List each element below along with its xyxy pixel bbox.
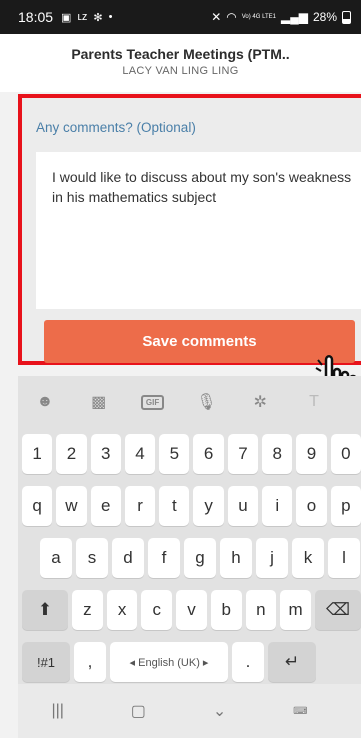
- settings-icon[interactable]: ✲: [246, 390, 274, 414]
- key[interactable]: v: [176, 590, 207, 630]
- key[interactable]: 8: [262, 434, 293, 474]
- back-icon[interactable]: ⌄: [213, 701, 226, 721]
- letter-row-1: q w e r t y u i o p: [18, 480, 361, 532]
- text-icon[interactable]: T: [300, 390, 328, 414]
- shift-key[interactable]: ⬆: [22, 590, 69, 630]
- sticker-icon[interactable]: ▩: [85, 390, 113, 414]
- letter-row-3: ⬆ z x c v b n m ⌫: [18, 584, 361, 636]
- key[interactable]: b: [210, 590, 242, 630]
- bluetooth-icon: ✻: [93, 11, 103, 24]
- page-header: Parents Teacher Meetings (PTM.. LACY VAN…: [0, 34, 361, 92]
- comments-textarea[interactable]: I would like to discuss about my son's w…: [36, 152, 361, 309]
- key[interactable]: 6: [193, 434, 224, 474]
- emoji-icon[interactable]: ☻: [31, 390, 59, 414]
- wifi-icon: ◠: [226, 10, 237, 24]
- key[interactable]: x: [106, 590, 138, 630]
- comma-key[interactable]: ,: [74, 642, 106, 682]
- battery-text: 28%: [312, 10, 337, 24]
- key[interactable]: 0: [330, 434, 361, 474]
- key[interactable]: l: [328, 538, 360, 578]
- key[interactable]: t: [159, 486, 190, 526]
- gif-icon[interactable]: GIF: [139, 390, 167, 414]
- key[interactable]: r: [124, 486, 156, 526]
- key[interactable]: p: [330, 486, 361, 526]
- key[interactable]: 9: [296, 434, 327, 474]
- key[interactable]: k: [292, 538, 324, 578]
- key[interactable]: j: [256, 538, 288, 578]
- lazada-icon: ʟz: [77, 11, 88, 23]
- key[interactable]: o: [296, 486, 327, 526]
- recent-apps-icon[interactable]: |||: [51, 702, 63, 720]
- status-right: ✕ ◠ Vo) 4G LTE1 ▂▄▆ 28%: [211, 10, 351, 24]
- symbols-key[interactable]: !#1: [22, 642, 70, 682]
- key[interactable]: q: [22, 486, 53, 526]
- period-key[interactable]: .: [232, 642, 264, 682]
- page-title: Parents Teacher Meetings (PTM..: [71, 46, 290, 62]
- key[interactable]: 2: [56, 434, 87, 474]
- page-subtitle: LACY VAN LING LING: [122, 65, 239, 77]
- keyboard-switch-icon[interactable]: ⌨: [293, 706, 307, 717]
- key[interactable]: w: [56, 486, 87, 526]
- key[interactable]: g: [184, 538, 216, 578]
- key[interactable]: 1: [22, 434, 53, 474]
- signal-icon: ▂▄▆: [281, 10, 308, 24]
- enter-key[interactable]: ↵: [268, 642, 316, 682]
- letter-row-2: a s d f g h j k l: [18, 532, 361, 584]
- home-icon[interactable]: ▢: [131, 701, 146, 721]
- navigation-bar: ||| ▢ ⌄ ⌨: [18, 684, 361, 738]
- key[interactable]: e: [90, 486, 121, 526]
- comments-panel: Any comments? (Optional) I would like to…: [18, 94, 361, 365]
- key[interactable]: i: [262, 486, 293, 526]
- status-bar: 18:05 ▣ ʟz ✻ • ✕ ◠ Vo) 4G LTE1 ▂▄▆ 28%: [0, 0, 361, 34]
- battery-icon: [342, 10, 351, 24]
- key[interactable]: c: [141, 590, 173, 630]
- comments-label: Any comments? (Optional): [36, 120, 196, 135]
- keyboard: ☻ ▩ GIF 🎙 ✲ T 1 2 3 4 5 6 7 8 9 0 q w e …: [18, 376, 361, 738]
- space-key[interactable]: ◂ English (UK) ▸: [110, 642, 228, 682]
- key[interactable]: h: [220, 538, 252, 578]
- gallery-icon: ▣: [61, 11, 72, 24]
- bottom-row: !#1 , ◂ English (UK) ▸ . ↵: [18, 636, 361, 688]
- backspace-key[interactable]: ⌫: [314, 590, 361, 630]
- key[interactable]: s: [76, 538, 108, 578]
- key[interactable]: z: [72, 590, 103, 630]
- key[interactable]: n: [245, 590, 277, 630]
- save-comments-button[interactable]: Save comments: [44, 320, 355, 363]
- keyboard-toolbar: ☻ ▩ GIF 🎙 ✲ T: [18, 376, 361, 428]
- network-text: Vo) 4G LTE1: [241, 14, 276, 20]
- status-time: 18:05: [18, 9, 54, 25]
- dot-icon: •: [108, 11, 113, 23]
- key[interactable]: 4: [124, 434, 156, 474]
- key[interactable]: 7: [227, 434, 259, 474]
- status-left-icons: ▣ ʟz ✻ •: [61, 11, 112, 24]
- key[interactable]: u: [227, 486, 259, 526]
- key[interactable]: y: [193, 486, 224, 526]
- number-row: 1 2 3 4 5 6 7 8 9 0: [18, 428, 361, 480]
- mic-icon[interactable]: 🎙: [192, 390, 220, 414]
- key[interactable]: f: [148, 538, 180, 578]
- key[interactable]: m: [280, 590, 311, 630]
- key[interactable]: 5: [159, 434, 190, 474]
- mute-icon: ✕: [211, 10, 222, 24]
- key[interactable]: a: [40, 538, 72, 578]
- key[interactable]: d: [112, 538, 144, 578]
- key[interactable]: 3: [90, 434, 121, 474]
